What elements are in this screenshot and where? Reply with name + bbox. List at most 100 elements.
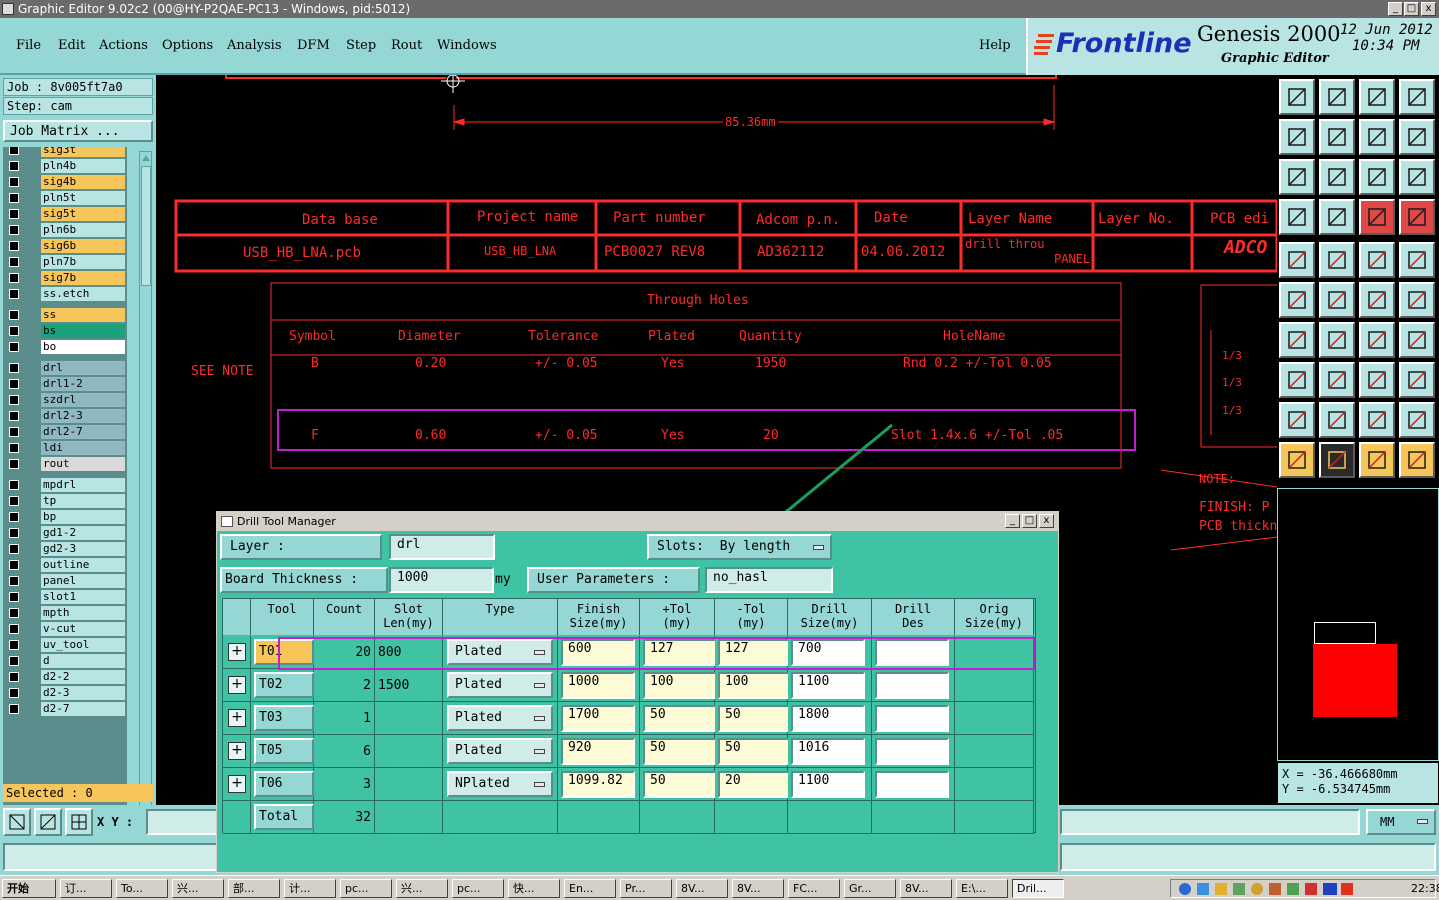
path-icon[interactable] (1399, 442, 1435, 478)
drill-input[interactable]: 700 (791, 639, 865, 666)
layer-checkbox[interactable] (9, 363, 19, 373)
network-icon[interactable] (1197, 883, 1209, 895)
expand-icon[interactable]: + (228, 775, 246, 793)
user-parameters-button[interactable]: User Parameters : (527, 567, 700, 593)
tool-button[interactable]: T05 (254, 738, 314, 764)
layer-row[interactable]: bo (3, 340, 127, 354)
input-method-icon[interactable] (1341, 883, 1353, 895)
layer-checkbox[interactable] (9, 608, 19, 618)
finish-input[interactable]: 920 (561, 738, 635, 765)
des-input[interactable] (875, 705, 949, 732)
taskbar-item[interactable]: Pr... (620, 879, 672, 898)
cursor-icon[interactable] (1279, 442, 1315, 478)
layer-row[interactable]: mpth (3, 606, 127, 620)
expand-icon[interactable]: + (228, 643, 246, 661)
column-header-drill-size[interactable]: Drill Size(my) (788, 599, 872, 635)
ptol-input[interactable]: 50 (643, 738, 717, 765)
overview-window[interactable] (1277, 488, 1439, 761)
type-dropdown[interactable]: Plated (447, 639, 553, 665)
layer-checkbox[interactable] (9, 528, 19, 538)
taskbar-item[interactable]: 计... (284, 879, 336, 898)
ff-icon[interactable] (1399, 322, 1435, 358)
dialog-minimize-button[interactable]: _ (1005, 514, 1020, 528)
finish-input[interactable]: 1700 (561, 705, 635, 732)
ptol-input[interactable]: 50 (643, 705, 717, 732)
layer-row[interactable]: gd2-3 (3, 542, 127, 556)
des-input[interactable] (875, 738, 949, 765)
column-header-tool[interactable]: Tool (251, 599, 314, 635)
triangle-icon[interactable] (1279, 402, 1315, 438)
layer-checkbox[interactable] (9, 241, 19, 251)
layer-checkbox[interactable] (9, 427, 19, 437)
close-button[interactable]: x (1421, 2, 1436, 16)
layer-row[interactable]: bp (3, 510, 127, 524)
layer-checkbox[interactable] (9, 411, 19, 421)
menu-dfm[interactable]: DFM (297, 38, 330, 53)
layer-row[interactable]: uv_tool (3, 638, 127, 652)
expand-icon[interactable]: + (228, 742, 246, 760)
job-matrix-button[interactable]: Job Matrix ... (3, 120, 153, 142)
layer-row[interactable]: bs (3, 324, 127, 338)
minimize-button[interactable]: _ (1388, 2, 1403, 16)
menu-file[interactable]: File (16, 38, 41, 53)
layer-row[interactable]: sig5t (3, 207, 127, 221)
tool-button[interactable]: T06 (254, 771, 314, 797)
layer-checkbox[interactable] (9, 688, 19, 698)
layer-row[interactable]: d2-3 (3, 686, 127, 700)
column-header-minus-tol[interactable]: -Tol (my) (715, 599, 788, 635)
column-header-orig-size[interactable]: Orig Size(my) (955, 599, 1034, 635)
tray-icon-7[interactable] (1287, 883, 1299, 895)
layer-row[interactable]: outline (3, 558, 127, 572)
column-header-plus-tol[interactable]: +Tol (my) (640, 599, 715, 635)
layer-checkbox[interactable] (9, 193, 19, 203)
layer-row[interactable]: tp (3, 494, 127, 508)
select-box-icon[interactable] (1399, 242, 1435, 278)
layer-checkbox[interactable] (9, 161, 19, 171)
tool-button[interactable]: T03 (254, 705, 314, 731)
layer-row[interactable]: drl1-2 (3, 377, 127, 391)
start-button[interactable]: 开始 (2, 879, 56, 898)
layer-checkbox[interactable] (9, 592, 19, 602)
finish-input[interactable]: 600 (561, 639, 635, 666)
a-outline-icon[interactable] (1399, 402, 1435, 438)
snap-alt-icon[interactable] (1399, 199, 1435, 235)
dialog-title-bar[interactable]: Drill Tool Manager _ □ x (217, 512, 1058, 531)
layer-row[interactable]: pln6b (3, 223, 127, 237)
layer-checkbox[interactable] (9, 459, 19, 469)
step-icon[interactable] (1359, 119, 1395, 155)
drill-input[interactable]: 1800 (791, 705, 865, 732)
language-icon[interactable] (1323, 883, 1337, 895)
folder-icon[interactable] (1215, 883, 1227, 895)
grid-icon[interactable] (1319, 199, 1355, 235)
ptol-input[interactable]: 127 (643, 639, 717, 666)
xy-input[interactable] (146, 809, 218, 835)
taskbar-item[interactable]: pc... (452, 879, 504, 898)
measure-icon[interactable] (1359, 362, 1395, 398)
column-header-slot-length[interactable]: Slot Len(my) (375, 599, 443, 635)
layer-row[interactable]: drl (3, 361, 127, 375)
taskbar-item[interactable]: Gr... (844, 879, 896, 898)
menu-rout[interactable]: Rout (391, 38, 422, 53)
taskbar-item[interactable]: 8V... (900, 879, 952, 898)
export-icon[interactable] (1319, 119, 1355, 155)
taskbar-item[interactable]: En... (564, 879, 616, 898)
des-input[interactable] (875, 771, 949, 798)
finish-input[interactable]: 1099.82 (561, 771, 635, 798)
drill-input[interactable]: 1100 (791, 672, 865, 699)
drill-input[interactable]: 1100 (791, 771, 865, 798)
layer-row[interactable]: ss.etch (3, 287, 127, 301)
expand-icon[interactable]: + (228, 676, 246, 694)
layer-checkbox[interactable] (9, 640, 19, 650)
layer-row[interactable]: pln4b (3, 159, 127, 173)
layer-row[interactable]: drl2-7 (3, 425, 127, 439)
des-input[interactable] (875, 672, 949, 699)
layer-checkbox[interactable] (9, 480, 19, 490)
mtol-input[interactable]: 127 (718, 639, 792, 666)
type-dropdown[interactable]: Plated (447, 705, 553, 731)
ruler-icon[interactable] (1359, 242, 1395, 278)
menu-actions[interactable]: Actions (99, 38, 148, 53)
layer-row[interactable]: ss (3, 308, 127, 322)
copy-icon[interactable] (1399, 362, 1435, 398)
grid-icon[interactable] (65, 808, 93, 836)
taskbar-item[interactable]: 兴... (172, 879, 224, 898)
